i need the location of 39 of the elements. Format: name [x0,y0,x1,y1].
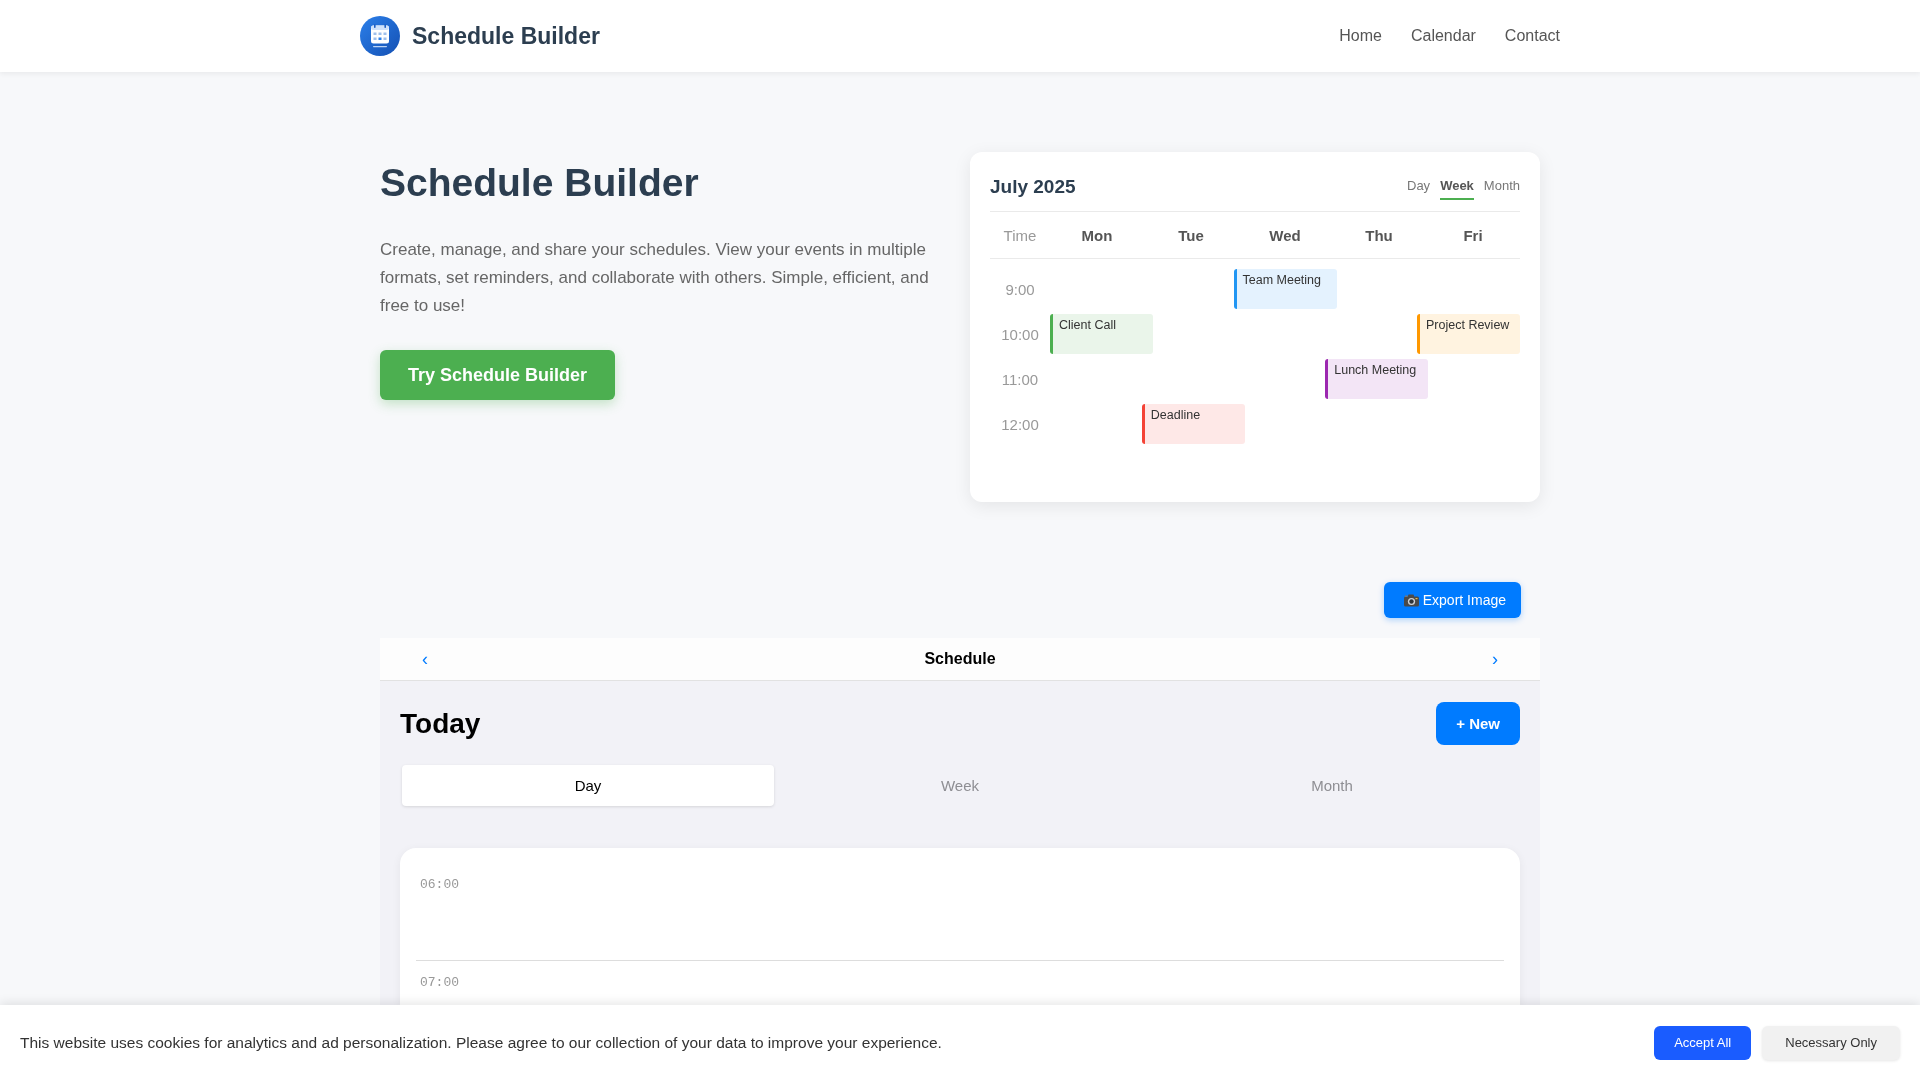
camera-icon [1402,592,1420,608]
time-label: 10:00 [1000,326,1040,343]
necessary-only-button[interactable]: Necessary Only [1762,1025,1900,1060]
column-header: Fri [1462,226,1484,244]
column-header: Wed [1268,226,1302,244]
time-label: 12:00 [1000,416,1040,433]
hour-label: 06:00 [420,877,459,892]
view-tab[interactable]: Day [402,765,774,806]
logo-icon [360,16,400,56]
new-button[interactable]: + New [1436,702,1520,745]
calendar-event[interactable]: Client Call [1050,314,1153,354]
previous-button[interactable]: ‹ [418,648,432,670]
view-tab[interactable]: Day [1407,174,1431,200]
month-title: July 2025 [990,176,1076,198]
site-title: Schedule Builder [412,22,600,50]
time-label: 9:00 [1004,281,1036,298]
schedule-title: Schedule [924,650,996,668]
calendar-event[interactable]: Deadline [1141,404,1245,444]
time-label: 11:00 [1000,371,1040,388]
column-header: Tue [1177,226,1205,244]
nav-link[interactable]: Calendar [1410,27,1476,45]
column-header: Time [1002,226,1038,244]
calendar-event[interactable]: Project Review [1417,314,1520,354]
nav-link[interactable]: Home [1339,27,1382,45]
hour-label: 07:00 [420,975,459,990]
column-header: Thu [1364,226,1394,244]
cookie-message: This website uses cookies for analytics and ad personalization. Please agree to our collection of your data to improve your experience. [20,1033,942,1052]
hero-description: Create, manage, and share your schedules. View your events in multiple formats, set reminders, and collaborate with others. Simple, efficient, and free to use! [380,239,930,317]
view-tab[interactable]: Month [1483,174,1520,200]
hero-title: Schedule Builder [380,160,700,206]
view-tab[interactable]: Week [1440,174,1474,200]
nav-link[interactable]: Contact [1504,27,1560,45]
today-heading: Today [400,707,481,740]
column-header: Mon [1080,226,1114,244]
calendar-event[interactable]: Team Meeting [1233,269,1337,309]
next-button[interactable]: › [1488,648,1502,670]
export-button[interactable]: Export Image [1383,582,1521,618]
accept-all-button[interactable]: Accept All [1654,1025,1752,1060]
calendar-event[interactable]: Lunch Meeting [1325,359,1429,399]
